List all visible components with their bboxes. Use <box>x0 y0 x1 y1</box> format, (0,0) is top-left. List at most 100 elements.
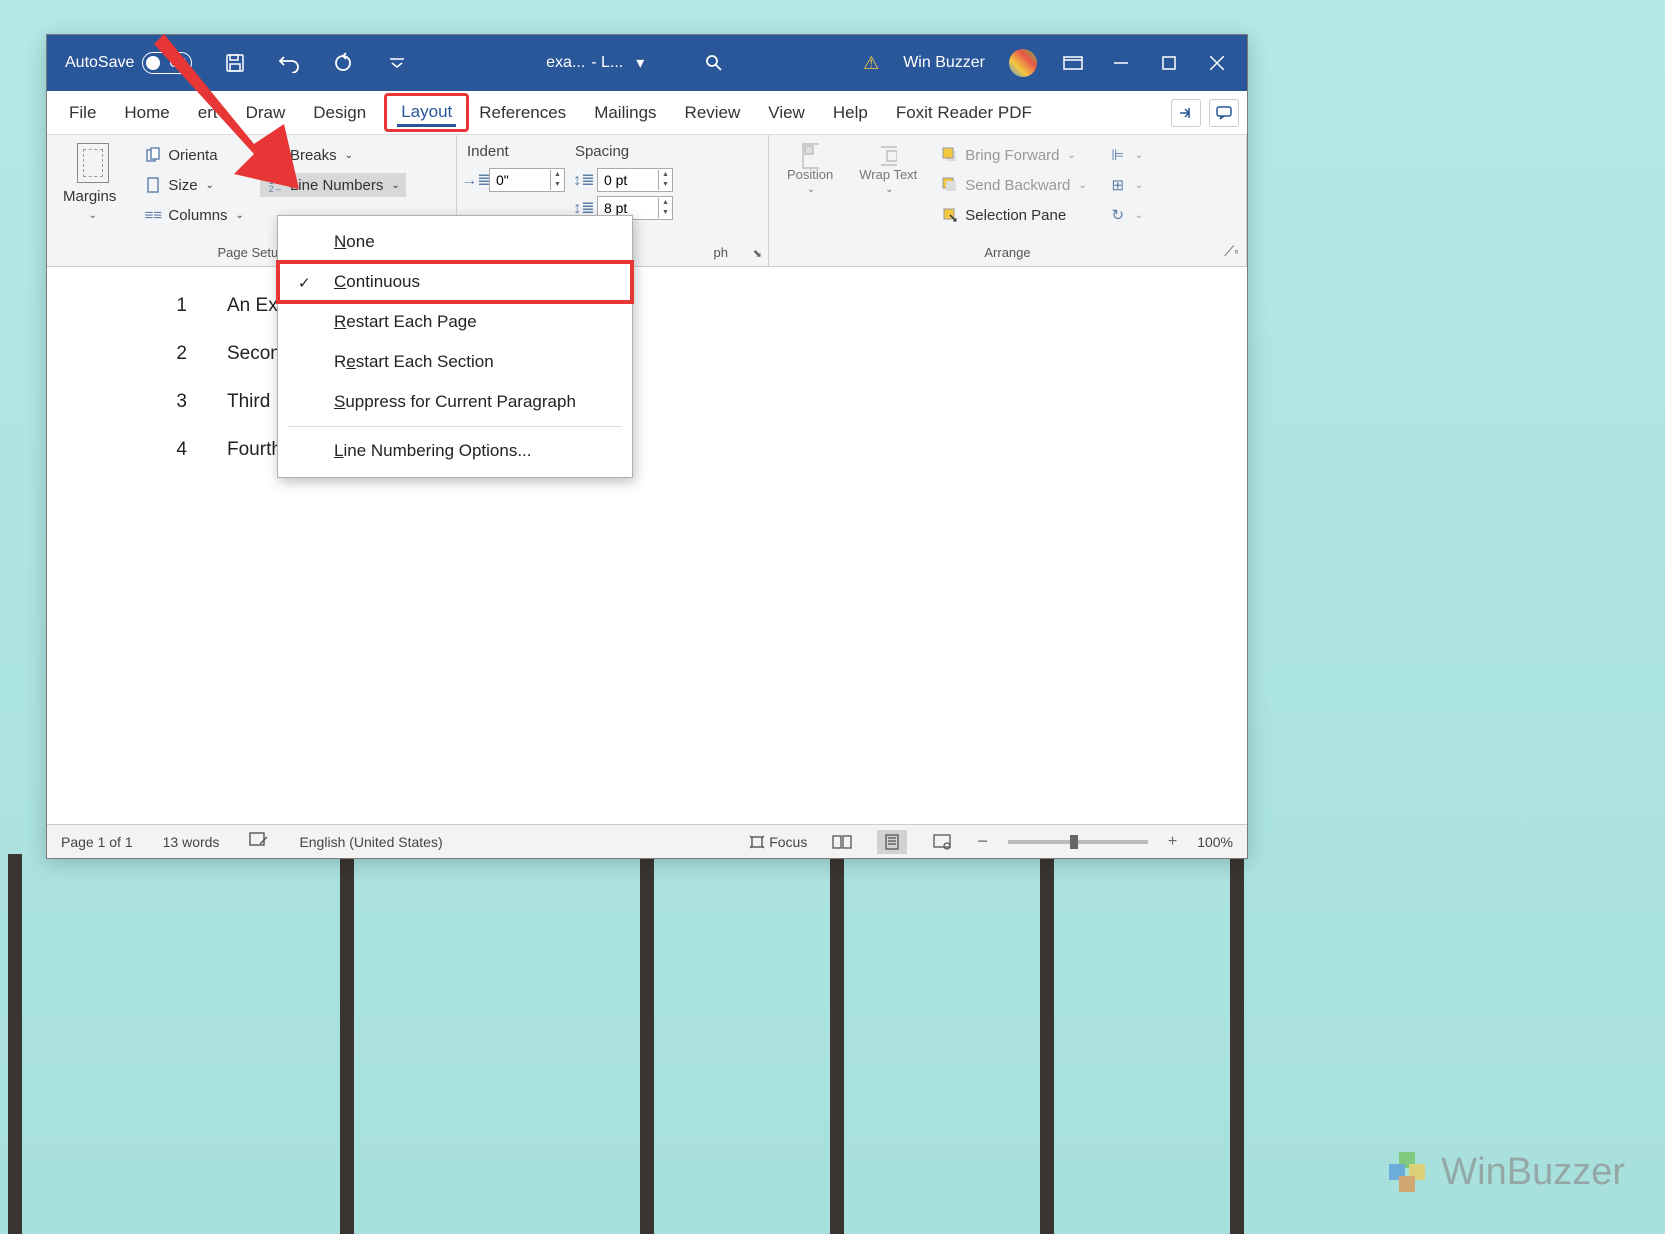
breaks-button[interactable]: Breaks⌄ <box>260 143 406 167</box>
line-numbers-label: Line Numbers <box>290 177 383 194</box>
comments-button[interactable] <box>1209 99 1239 127</box>
position-button[interactable]: Position⌄ <box>779 143 841 243</box>
statusbar: Page 1 of 1 13 words English (United Sta… <box>47 824 1247 858</box>
arrange-group-label: Arrange <box>779 243 1236 262</box>
bring-forward-button[interactable]: Bring Forward⌄ <box>935 143 1092 167</box>
tab-file[interactable]: File <box>55 95 110 131</box>
group-button[interactable]: ⊞⌄ <box>1103 173 1149 197</box>
bring-forward-icon <box>941 146 959 164</box>
spin-up[interactable]: ▲ <box>551 170 564 180</box>
chevron-down-icon[interactable]: ▾ <box>629 52 651 74</box>
dropdown-divider <box>288 426 622 427</box>
tab-design[interactable]: Design <box>299 95 380 131</box>
orientation-button[interactable]: Orienta <box>138 143 250 167</box>
customize-qat-icon[interactable] <box>386 52 408 74</box>
dropdown-item-none[interactable]: None <box>278 222 632 262</box>
selection-pane-button[interactable]: Selection Pane <box>935 203 1092 227</box>
search-icon[interactable] <box>703 52 725 74</box>
spin-down[interactable]: ▼ <box>551 180 564 190</box>
columns-label: Columns <box>168 207 227 224</box>
tab-review[interactable]: Review <box>671 95 755 131</box>
save-icon[interactable] <box>224 52 246 74</box>
watermark: WinBuzzer <box>1389 1151 1625 1194</box>
tab-foxit[interactable]: Foxit Reader PDF <box>882 95 1046 131</box>
indent-left-icon: →≣ <box>467 171 485 189</box>
breaks-icon <box>266 146 284 164</box>
rotate-button[interactable]: ↻⌄ <box>1103 203 1149 227</box>
dropdown-item-restart-section[interactable]: Restart Each Section <box>278 342 632 382</box>
read-mode-icon[interactable] <box>827 830 857 854</box>
indent-left-spinner[interactable]: ▲▼ <box>489 168 565 192</box>
spin-down[interactable]: ▼ <box>659 208 672 218</box>
desktop-palm <box>340 854 354 1234</box>
autosave-switch[interactable]: Off <box>142 52 192 74</box>
tab-home[interactable]: Home <box>110 95 183 131</box>
dropdown-item-options[interactable]: Line Numbering Options... <box>278 431 632 471</box>
zoom-level[interactable]: 100% <box>1197 834 1233 850</box>
tab-references[interactable]: References <box>465 95 580 131</box>
line-number: 4 <box>167 439 187 461</box>
zoom-in-button[interactable]: + <box>1168 833 1177 851</box>
spin-up[interactable]: ▲ <box>659 170 672 180</box>
line-numbers-button[interactable]: 1 –2 – Line Numbers⌄ <box>260 173 406 197</box>
indent-left-input[interactable] <box>490 170 550 190</box>
spacing-before-spinner[interactable]: ▲▼ <box>597 168 673 192</box>
page-indicator[interactable]: Page 1 of 1 <box>61 834 133 850</box>
spacing-before-input[interactable] <box>598 170 658 190</box>
desktop-palm <box>640 854 654 1234</box>
columns-icon: ≡≡ <box>144 206 162 224</box>
pin-ribbon-icon[interactable]: ⟋◦ <box>1224 243 1239 260</box>
position-label: Position <box>787 167 833 182</box>
language-indicator[interactable]: English (United States) <box>299 834 442 850</box>
document-area[interactable]: 1An Exa 2Second 3Third Li 4Fourth <box>47 267 1247 824</box>
wrap-text-button[interactable]: Wrap Text⌄ <box>851 143 925 243</box>
tab-view[interactable]: View <box>754 95 819 131</box>
spin-down[interactable]: ▼ <box>659 180 672 190</box>
proofing-icon[interactable] <box>249 832 269 851</box>
line-number: 2 <box>167 343 187 365</box>
dropdown-item-suppress[interactable]: Suppress for Current Paragraph <box>278 382 632 422</box>
undo-icon[interactable] <box>278 52 300 74</box>
tab-layout[interactable]: Layout <box>397 100 456 127</box>
orientation-label: Orienta <box>168 147 217 164</box>
zoom-slider[interactable] <box>1008 840 1148 844</box>
rotate-icon: ↻ <box>1109 206 1127 224</box>
dropdown-item-continuous[interactable]: ✓Continuous <box>278 262 632 302</box>
doc-name: exa... <box>546 54 585 72</box>
size-button[interactable]: Size⌄ <box>138 173 250 197</box>
paragraph-launcher-icon[interactable]: ⬊ <box>753 247 762 260</box>
zoom-out-button[interactable]: − <box>977 831 988 852</box>
tab-insert[interactable]: ert <box>184 95 232 131</box>
user-name[interactable]: Win Buzzer <box>903 54 985 72</box>
ribbon-tabs: File Home ert Draw Design Layout Referen… <box>47 91 1247 135</box>
breaks-label: Breaks <box>290 147 337 164</box>
position-icon <box>801 147 819 165</box>
margins-button[interactable]: Margins <box>57 185 128 208</box>
wrap-text-icon <box>879 147 897 165</box>
dropdown-item-restart-page[interactable]: Restart Each Page <box>278 302 632 342</box>
close-button[interactable] <box>1205 51 1229 75</box>
warning-icon[interactable]: ⚠ <box>863 53 879 74</box>
columns-button[interactable]: ≡≡ Columns⌄ <box>138 203 250 227</box>
align-button[interactable]: ⊫⌄ <box>1103 143 1149 167</box>
ribbon-display-icon[interactable] <box>1061 51 1085 75</box>
focus-mode-button[interactable]: Focus <box>749 834 807 850</box>
word-count[interactable]: 13 words <box>163 834 220 850</box>
word-window: AutoSave Off exa... - L... ▾ ⚠ Win Buzze… <box>46 34 1248 859</box>
autosave-toggle[interactable]: AutoSave Off <box>65 52 192 74</box>
selection-pane-icon <box>941 206 959 224</box>
web-layout-icon[interactable] <box>927 830 957 854</box>
send-backward-button[interactable]: Send Backward⌄ <box>935 173 1092 197</box>
redo-icon[interactable] <box>332 52 354 74</box>
spin-up[interactable]: ▲ <box>659 198 672 208</box>
user-avatar[interactable] <box>1009 49 1037 77</box>
minimize-button[interactable] <box>1109 51 1133 75</box>
send-backward-label: Send Backward <box>965 177 1070 194</box>
tab-mailings[interactable]: Mailings <box>580 95 670 131</box>
share-button[interactable] <box>1171 99 1201 127</box>
print-layout-icon[interactable] <box>877 830 907 854</box>
selection-pane-label: Selection Pane <box>965 207 1066 224</box>
maximize-button[interactable] <box>1157 51 1181 75</box>
tab-draw[interactable]: Draw <box>232 95 300 131</box>
tab-help[interactable]: Help <box>819 95 882 131</box>
